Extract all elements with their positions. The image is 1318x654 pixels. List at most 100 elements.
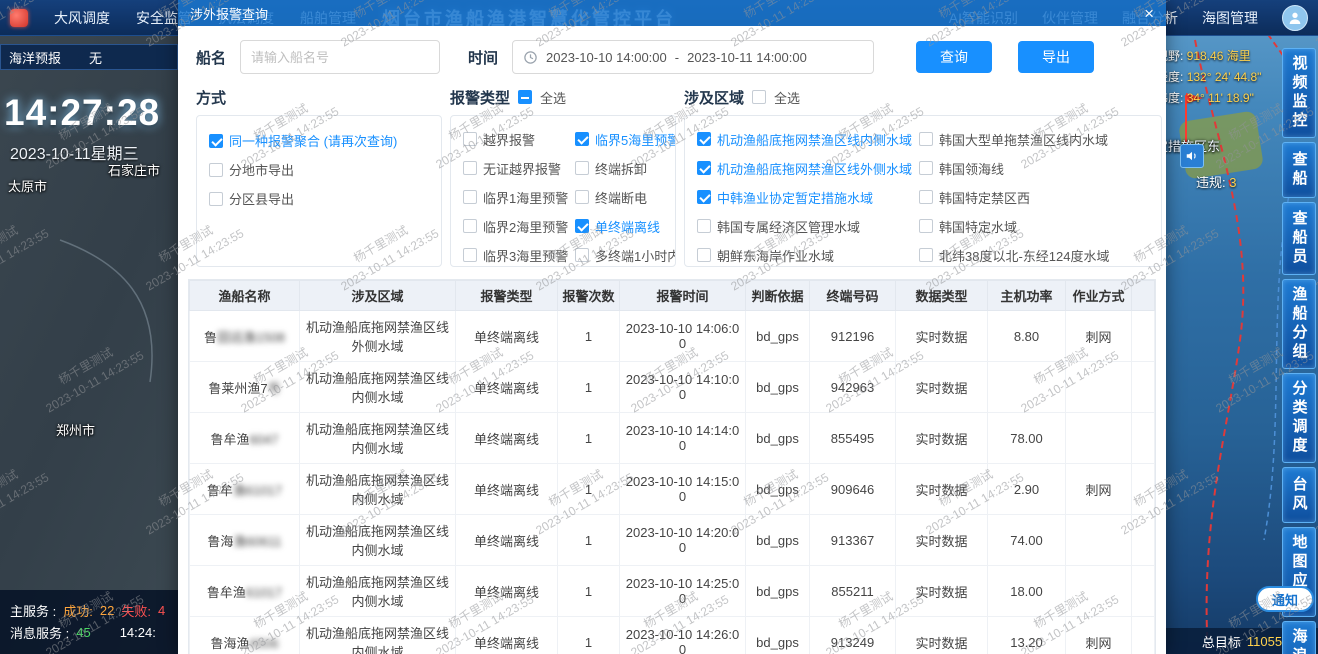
checkbox[interactable] xyxy=(919,248,933,262)
checkbox[interactable] xyxy=(697,219,711,233)
export-button[interactable]: 导出 xyxy=(1018,41,1095,73)
cell-data-type: 实时数据 xyxy=(895,361,988,413)
cell-terminal: 855495 xyxy=(809,412,896,464)
column-header[interactable]: 报警类型 xyxy=(455,280,558,311)
table-row[interactable]: 鲁田远渔1508 机动渔船底拖网禁渔区线外侧水域 单终端离线 1 2023-10-10 … xyxy=(189,310,1155,362)
nav-item[interactable]: 大风调度 xyxy=(54,8,110,28)
column-header[interactable]: 报警次数 xyxy=(557,280,620,311)
checkbox-option[interactable]: 韩国特定禁区西 xyxy=(919,184,1149,210)
column-header[interactable]: 报警时间 xyxy=(619,280,746,311)
checkbox[interactable] xyxy=(697,190,711,204)
query-button[interactable]: 查询 xyxy=(916,41,993,73)
table-row[interactable]: 鲁牟渔6047 机动渔船底拖网禁渔区线内侧水域 单终端离线 1 2023-10-10 1… xyxy=(189,412,1155,464)
table-row[interactable]: 鲁海渔60611 机动渔船底拖网禁渔区线内侧水域 单终端离线 1 2023-10-10 … xyxy=(189,514,1155,566)
notify-button[interactable]: 通知 xyxy=(1256,586,1314,612)
checkbox-option[interactable]: 临界3海里预警 xyxy=(463,242,575,266)
dialog-body: 船名 时间 2023-10-10 14:00:00 - 2023-10-11 1… xyxy=(178,26,1166,654)
checkbox-option[interactable]: 同一种报警聚合 (请再次查询) xyxy=(209,126,429,155)
checkbox[interactable] xyxy=(575,219,589,233)
column-header[interactable]: 终端号码 xyxy=(809,280,896,311)
checkbox[interactable] xyxy=(575,248,589,262)
time-range-picker[interactable]: 2023-10-10 14:00:00 - 2023-10-11 14:00:0… xyxy=(512,40,875,74)
cell-alarm-type: 单终端离线 xyxy=(455,463,558,515)
sidebar-button[interactable]: 台风 xyxy=(1282,467,1316,523)
checkbox-label: 韩国大型单拖禁渔区线内水域 xyxy=(939,132,1109,148)
cell-alarm-time: 2023-10-10 14:06:00 xyxy=(619,310,746,362)
area-select-all-checkbox[interactable] xyxy=(752,90,767,104)
checkbox[interactable] xyxy=(697,248,711,262)
ocean-forecast-bar[interactable]: 海洋预报 无 xyxy=(0,44,178,70)
checkbox[interactable] xyxy=(919,132,933,146)
checkbox-option[interactable]: 分区县导出 xyxy=(209,184,429,213)
checkbox[interactable] xyxy=(209,162,223,177)
checkbox[interactable] xyxy=(575,190,589,204)
cell-alarm-type: 单终端离线 xyxy=(455,616,558,654)
sidebar-button[interactable]: 分类调度 xyxy=(1282,373,1316,463)
checkbox-option[interactable]: 分地市导出 xyxy=(209,155,429,184)
column-header[interactable]: 判断依据 xyxy=(745,280,810,311)
checkbox[interactable] xyxy=(919,161,933,175)
nav-item[interactable]: 海图管理 xyxy=(1202,8,1258,28)
checkbox[interactable] xyxy=(575,132,589,146)
checkbox[interactable] xyxy=(463,190,477,204)
checkbox[interactable] xyxy=(463,248,477,262)
checkbox-option[interactable]: 朝鲜东海岸作业水域 xyxy=(697,242,919,266)
sidebar-button[interactable]: 海浪预报 xyxy=(1282,621,1316,654)
fail-label: 失败: xyxy=(121,603,151,619)
method-section: 方式 同一种报警聚合 (请再次查询) 分地市导出 分区县导出 xyxy=(196,86,442,267)
sidebar-button[interactable]: 查船 xyxy=(1282,142,1316,198)
alarm-type-section-title: 报警类型 xyxy=(450,89,511,107)
ship-name-input[interactable] xyxy=(240,40,441,74)
cell-alarm-time: 2023-10-10 14:14:00 xyxy=(619,412,746,464)
alarm-results-table: 渔船名称 涉及区域 报警类型 报警次数 报警时间 判断依据 终端号码 数据类型 主机功率 作业方式… xyxy=(188,279,1156,654)
checkbox[interactable] xyxy=(919,190,933,204)
clock-icon xyxy=(524,50,537,64)
checkbox-option[interactable]: 中韩渔业协定暂定措施水域 xyxy=(697,184,919,210)
table-row[interactable]: 鲁海渔6506 机动渔船底拖网禁渔区线内侧水域 单终端离线 1 2023-10-10 1… xyxy=(189,616,1155,654)
checkbox-option[interactable]: 韩国大型单拖禁渔区线内水域 xyxy=(919,126,1149,152)
checkbox[interactable] xyxy=(463,161,477,175)
checkbox-option[interactable]: 北纬38度以北-东经124度水域 xyxy=(919,242,1149,266)
checkbox-option[interactable]: 临界1海里预警 xyxy=(463,184,575,210)
checkbox[interactable] xyxy=(209,191,223,206)
checkbox-option[interactable]: 韩国特定水域 xyxy=(919,213,1149,239)
cell-basis: bd_gps xyxy=(745,514,810,566)
sidebar-button[interactable]: 查船员 xyxy=(1282,202,1316,275)
checkbox-option[interactable]: 无证越界报警 xyxy=(463,155,575,181)
checkbox[interactable] xyxy=(697,161,711,175)
column-header[interactable]: 数据类型 xyxy=(895,280,988,311)
checkbox-option[interactable]: 机动渔船底拖网禁渔区线内侧水域 xyxy=(697,126,919,152)
cell-power: 74.00 xyxy=(987,514,1066,566)
close-icon[interactable]: × xyxy=(1144,5,1154,22)
user-avatar[interactable] xyxy=(1282,4,1308,31)
checkbox[interactable] xyxy=(463,132,477,146)
table-row[interactable]: 鲁莱州渔7号 机动渔船底拖网禁渔区线内侧水域 单终端离线 1 2023-10-10 14… xyxy=(189,361,1155,413)
checkbox[interactable] xyxy=(463,219,477,233)
column-header[interactable]: 作业方式 xyxy=(1065,280,1132,311)
checkbox-option[interactable]: 越界报警 xyxy=(463,126,575,152)
cell-method: 刺网 xyxy=(1065,463,1132,515)
checkbox-option[interactable]: 韩国专属经济区管理水域 xyxy=(697,213,919,239)
checkbox[interactable] xyxy=(919,219,933,233)
checkbox-option[interactable]: 单终端离线 xyxy=(575,213,675,239)
sidebar-button[interactable]: 视频监控 xyxy=(1282,48,1316,138)
checkbox-option[interactable]: 临界2海里预警 xyxy=(463,213,575,239)
checkbox[interactable] xyxy=(209,133,223,148)
checkbox-option[interactable]: 韩国领海线 xyxy=(919,155,1149,181)
checkbox-option[interactable]: 多终端1小时内同 xyxy=(575,242,675,266)
column-header[interactable]: 涉及区域 xyxy=(299,280,456,311)
alarm-sound-button[interactable] xyxy=(1180,144,1204,168)
checkbox[interactable] xyxy=(697,132,711,146)
alarm-type-select-all-checkbox[interactable] xyxy=(518,90,533,104)
checkbox-option[interactable]: 终端断电 xyxy=(575,184,675,210)
checkbox[interactable] xyxy=(575,161,589,175)
sidebar-button[interactable]: 渔船分组 xyxy=(1282,279,1316,369)
checkbox-option[interactable]: 机动渔船底拖网禁渔区线外侧水域 xyxy=(697,155,919,181)
column-header[interactable]: 渔船名称 xyxy=(189,280,300,311)
column-header[interactable]: 主机功率 xyxy=(987,280,1066,311)
table-row[interactable]: 鲁牟渔61017 机动渔船底拖网禁渔区线内侧水域 单终端离线 1 2023-10-10 … xyxy=(189,463,1155,515)
area-select-all-label: 全选 xyxy=(774,90,801,106)
table-row[interactable]: 鲁牟渔61017 机动渔船底拖网禁渔区线内侧水域 单终端离线 1 2023-10-10 … xyxy=(189,565,1155,617)
checkbox-option[interactable]: 终端拆卸 xyxy=(575,155,675,181)
checkbox-option[interactable]: 临界5海里预警 xyxy=(575,126,675,152)
